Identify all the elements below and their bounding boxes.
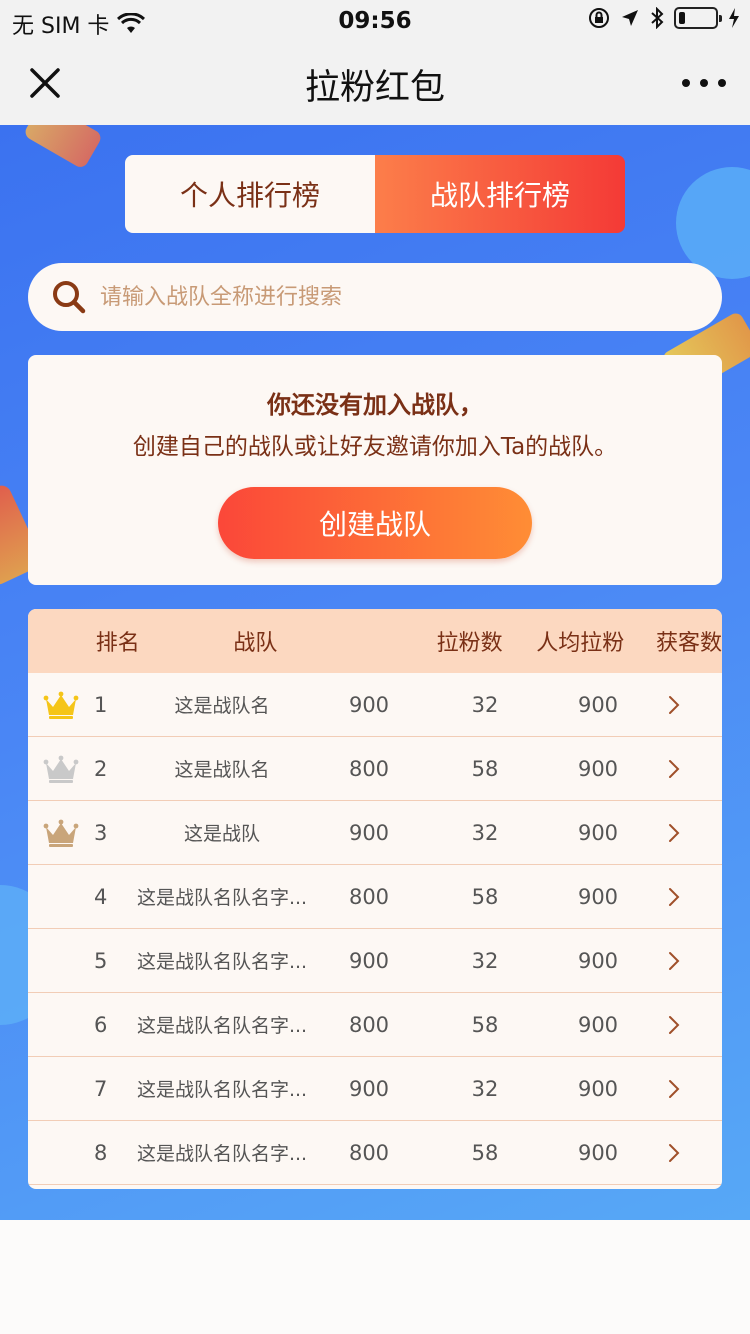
header-rank: 排名 xyxy=(95,631,140,656)
header-avg-fans: 人均拉粉 xyxy=(536,631,625,656)
no-team-notice: 你还没有加入战队， 创建自己的战队或让好友邀请你加入Ta的战队。 创建战队 xyxy=(28,355,722,585)
avg-fans-cell: 58 xyxy=(471,756,499,781)
table-row[interactable]: 8 这是战队名队名字... 800 58 900 xyxy=(28,1121,722,1185)
team-ranking-table: 排名 战队 拉粉数 人均拉粉 获客数 1 这是战队名 900 32 900 2 这是战队名 8… xyxy=(28,609,722,1189)
table-row[interactable]: 7 这是战队名队名字... 900 32 900 xyxy=(28,1057,722,1121)
crown-bronze-icon xyxy=(43,819,79,847)
team-name-cell: 这是战队名队名字... xyxy=(136,1143,308,1165)
crown-cell xyxy=(28,818,94,848)
location-icon xyxy=(622,10,638,26)
fans-cell: 900 xyxy=(348,692,390,717)
rank-cell: 2 xyxy=(94,756,108,781)
header-fans: 拉粉数 xyxy=(436,631,503,656)
orientation-lock-icon xyxy=(589,8,609,28)
rank-cell: 5 xyxy=(94,948,108,973)
notice-title: 你还没有加入战队， xyxy=(267,391,483,419)
rank-cell: 4 xyxy=(94,884,108,909)
fans-cell: 900 xyxy=(348,820,390,845)
fans-cell: 900 xyxy=(348,1076,390,1101)
table-row[interactable]: 4 这是战队名队名字... 800 58 900 xyxy=(28,865,722,929)
rank-cell: 3 xyxy=(94,820,108,845)
fans-cell: 800 xyxy=(348,1140,390,1165)
chevron-right-icon[interactable] xyxy=(644,1078,704,1100)
more-dot xyxy=(718,79,726,87)
table-row[interactable]: 2 这是战队名 800 58 900 xyxy=(28,737,722,801)
page-title: 拉粉红包 xyxy=(304,68,445,108)
customers-cell: 900 xyxy=(577,692,619,717)
search-bar[interactable] xyxy=(28,263,722,331)
table-body: 1 这是战队名 900 32 900 2 这是战队名 800 58 900 3 这是战队 900 32 90… xyxy=(28,673,722,1185)
customers-cell: 900 xyxy=(577,820,619,845)
chevron-right-icon[interactable] xyxy=(644,694,704,716)
fans-cell: 800 xyxy=(348,884,390,909)
team-name-cell: 这是战队名队名字... xyxy=(136,1015,308,1037)
avg-fans-cell: 32 xyxy=(471,948,499,973)
table-row[interactable]: 6 这是战队名队名字... 800 58 900 xyxy=(28,993,722,1057)
rank-cell: 8 xyxy=(94,1140,108,1165)
tab-personal-ranking[interactable]: 个人排行榜 xyxy=(125,155,375,233)
decor-coin xyxy=(22,125,104,170)
chevron-right-icon[interactable] xyxy=(644,822,704,844)
fans-cell: 800 xyxy=(348,756,390,781)
team-name-cell: 这是战队 xyxy=(183,823,260,845)
chevron-right-icon[interactable] xyxy=(644,1014,704,1036)
team-name-cell: 这是战队名队名字... xyxy=(136,887,308,909)
avg-fans-cell: 58 xyxy=(471,884,499,909)
rank-cell: 6 xyxy=(94,1012,108,1037)
rank-cell: 7 xyxy=(94,1076,108,1101)
customers-cell: 900 xyxy=(577,1012,619,1037)
chevron-right-icon[interactable] xyxy=(644,950,704,972)
more-button[interactable] xyxy=(682,64,726,102)
table-row[interactable]: 1 这是战队名 900 32 900 xyxy=(28,673,722,737)
fans-cell: 900 xyxy=(348,948,390,973)
customers-cell: 900 xyxy=(577,948,619,973)
header-team: 战队 xyxy=(233,631,278,656)
nav-bar: 拉粉红包 xyxy=(0,42,750,125)
chevron-right-icon[interactable] xyxy=(644,758,704,780)
charging-icon xyxy=(729,8,739,28)
customers-cell: 900 xyxy=(577,1140,619,1165)
avg-fans-cell: 32 xyxy=(471,1076,499,1101)
crown-silver-icon xyxy=(43,755,79,783)
more-dot xyxy=(700,79,708,87)
table-header: 排名 战队 拉粉数 人均拉粉 获客数 xyxy=(28,609,722,673)
status-right xyxy=(588,7,740,29)
search-icon xyxy=(53,281,86,314)
customers-cell: 900 xyxy=(577,756,619,781)
team-name-cell: 这是战队名队名字... xyxy=(136,951,308,973)
team-name-cell: 这是战队名 xyxy=(174,759,270,781)
create-team-button[interactable]: 创建战队 xyxy=(218,487,532,559)
avg-fans-cell: 58 xyxy=(471,1012,499,1037)
more-dot xyxy=(682,79,690,87)
avg-fans-cell: 32 xyxy=(471,692,499,717)
notice-subtitle: 创建自己的战队或让好友邀请你加入Ta的战队。 xyxy=(132,434,618,460)
chevron-right-icon[interactable] xyxy=(644,1142,704,1164)
battery-icon xyxy=(674,7,722,29)
chevron-right-icon[interactable] xyxy=(644,886,704,908)
search-input[interactable] xyxy=(100,284,660,310)
avg-fans-cell: 58 xyxy=(471,1140,499,1165)
crown-cell xyxy=(28,754,94,784)
crown-cell xyxy=(28,690,94,720)
crown-gold-icon xyxy=(43,691,79,719)
status-bar: 无 SIM 卡 09:56 xyxy=(0,0,750,42)
main-stage: 个人排行榜 战队排行榜 你还没有加入战队， 创建自己的战队或让好友邀请你加入Ta… xyxy=(0,125,750,1220)
team-name-cell: 这是战队名队名字... xyxy=(136,1079,308,1101)
ranking-tabs: 个人排行榜 战队排行榜 xyxy=(125,155,625,233)
fans-cell: 800 xyxy=(348,1012,390,1037)
avg-fans-cell: 32 xyxy=(471,820,499,845)
bluetooth-icon xyxy=(651,7,664,29)
header-customers: 获客数 xyxy=(655,631,722,656)
tab-team-ranking[interactable]: 战队排行榜 xyxy=(375,155,625,233)
customers-cell: 900 xyxy=(577,884,619,909)
rank-cell: 1 xyxy=(94,692,108,717)
table-row[interactable]: 3 这是战队 900 32 900 xyxy=(28,801,722,865)
table-row[interactable]: 5 这是战队名队名字... 900 32 900 xyxy=(28,929,722,993)
customers-cell: 900 xyxy=(577,1076,619,1101)
team-name-cell: 这是战队名 xyxy=(174,695,270,717)
